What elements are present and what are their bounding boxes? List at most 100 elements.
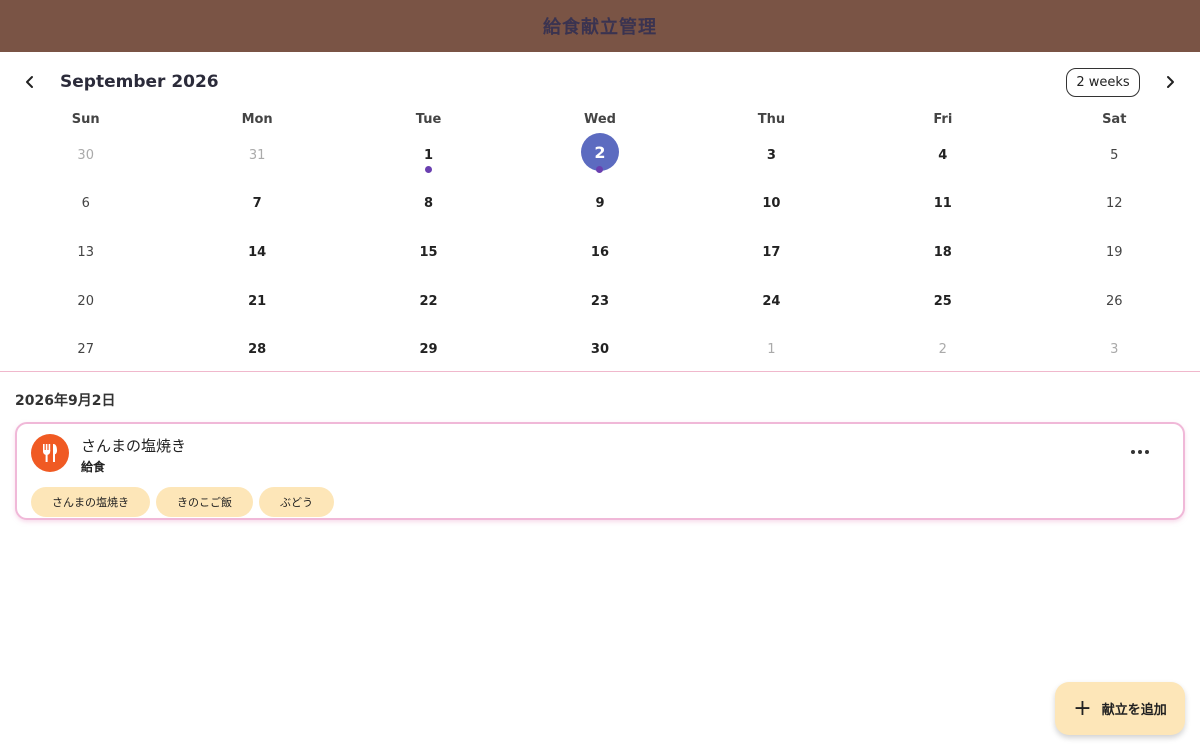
day-number: 9 — [595, 196, 605, 212]
calendar-day-cell[interactable]: 7 — [171, 177, 342, 226]
event-marker-dot — [596, 166, 604, 173]
calendar-day-cell[interactable]: 10 — [686, 177, 857, 226]
chevron-right-icon — [1167, 76, 1174, 88]
day-number: 28 — [248, 342, 267, 358]
calendar-day-cell[interactable]: 1 — [686, 323, 857, 372]
calendar-day-cell[interactable]: 11 — [857, 177, 1028, 226]
calendar-header: September 2026 2 weeks — [0, 52, 1200, 112]
app-bar: 給食献立管理 — [0, 0, 1200, 52]
day-number: 25 — [933, 293, 952, 309]
calendar-week-row: 20 21 22 23 24 25 26 — [0, 274, 1200, 323]
event-marker-dot — [425, 166, 433, 173]
calendar-day-cell[interactable]: 30 — [0, 128, 171, 177]
day-number: 12 — [1105, 196, 1123, 212]
month-title: September 2026 — [60, 72, 219, 92]
calendar-day-cell[interactable]: 15 — [343, 225, 514, 274]
plus-icon: + — [1073, 695, 1092, 721]
day-number: 22 — [419, 293, 438, 309]
more-options-button[interactable] — [1125, 440, 1155, 464]
calendar-day-cell[interactable]: 3 — [1029, 323, 1200, 372]
day-number: 26 — [1105, 293, 1123, 309]
day-number: 10 — [762, 196, 781, 212]
day-number: 27 — [77, 342, 94, 358]
day-number: 30 — [77, 147, 94, 163]
day-number: 30 — [590, 342, 610, 358]
chevron-left-icon — [26, 76, 33, 88]
day-number: 6 — [81, 196, 90, 212]
prev-month-button[interactable] — [15, 67, 45, 97]
day-number: 1 — [767, 342, 776, 358]
day-number: 3 — [1110, 342, 1119, 358]
calendar-day-cell[interactable]: 31 — [171, 128, 342, 177]
day-number: 14 — [248, 244, 267, 260]
app-title: 給食献立管理 — [543, 17, 657, 38]
day-number: 24 — [762, 293, 781, 309]
day-number: 3 — [766, 147, 776, 163]
meal-card[interactable]: さんまの塩焼き 給食 さんまの塩焼き きのこご飯 ぶどう — [15, 422, 1185, 520]
selected-date-heading: 2026年9月2日 — [15, 393, 116, 409]
calendar-day-cell[interactable]: 22 — [343, 274, 514, 323]
calendar-day-cell[interactable]: 16 — [514, 225, 685, 274]
day-number: 19 — [1105, 244, 1123, 260]
day-number: 11 — [933, 196, 952, 212]
day-number: 15 — [419, 244, 438, 260]
day-number: 2 — [938, 342, 947, 358]
day-number: 5 — [1110, 147, 1119, 163]
calendar-day-cell[interactable]: 18 — [857, 225, 1028, 274]
calendar-day-cell[interactable]: 19 — [1029, 225, 1200, 274]
add-menu-button[interactable]: + 献立を追加 — [1055, 682, 1185, 735]
calendar-day-cell[interactable]: 8 — [343, 177, 514, 226]
day-number: 8 — [424, 196, 434, 212]
calendar-day-cell[interactable]: 6 — [0, 177, 171, 226]
calendar-day-cell[interactable]: 4 — [857, 128, 1028, 177]
day-number: 13 — [77, 244, 94, 260]
calendar-day-cell[interactable]: 17 — [686, 225, 857, 274]
dish-chip: ぶどう — [259, 487, 334, 517]
calendar-day-cell[interactable]: 12 — [1029, 177, 1200, 226]
calendar-day-cell[interactable]: 2 — [857, 323, 1028, 372]
day-number: 31 — [248, 147, 266, 163]
calendar-day-cell[interactable]: 27 — [0, 323, 171, 372]
calendar-week-row: 27 28 29 30 1 2 3 — [0, 323, 1200, 372]
next-month-button[interactable] — [1155, 67, 1185, 97]
day-number: 4 — [938, 147, 948, 163]
calendar-week-row: 6 7 8 9 10 11 12 — [0, 177, 1200, 226]
calendar-day-cell[interactable]: 26 — [1029, 274, 1200, 323]
dish-chip: きのこご飯 — [156, 487, 253, 517]
day-number: 7 — [252, 196, 262, 212]
day-number: 18 — [933, 244, 952, 260]
calendar-day-cell[interactable]: 30 — [514, 323, 685, 372]
calendar-day-cell[interactable]: 29 — [343, 323, 514, 372]
day-number: 29 — [419, 342, 438, 358]
calendar-grid: 30 31 1 2 3 4 5 6 7 8 9 10 11 12 13 14 15 16 17 18 19 20 21 22 2… — [0, 128, 1200, 371]
day-number: 20 — [77, 293, 94, 309]
calendar-day-cell[interactable]: 1 — [343, 128, 514, 177]
calendar-day-cell[interactable]: 28 — [171, 323, 342, 372]
meal-title: さんまの塩焼き — [81, 437, 187, 455]
format-toggle-button[interactable]: 2 weeks — [1066, 68, 1140, 97]
calendar-day-cell[interactable]: 24 — [686, 274, 857, 323]
calendar-day-cell[interactable]: 13 — [0, 225, 171, 274]
fork-knife-icon — [31, 434, 69, 472]
calendar-week-row: 13 14 15 16 17 18 19 — [0, 225, 1200, 274]
calendar-day-cell[interactable]: 3 — [686, 128, 857, 177]
calendar-day-cell[interactable]: 20 — [0, 274, 171, 323]
calendar-day-cell[interactable]: 21 — [171, 274, 342, 323]
day-number: 16 — [590, 244, 610, 260]
meal-type-label: 給食 — [81, 460, 106, 474]
calendar-day-cell[interactable]: 23 — [514, 274, 685, 323]
calendar-day-cell[interactable]: 25 — [857, 274, 1028, 323]
calendar-day-cell[interactable]: 2 — [514, 128, 685, 177]
day-number: 23 — [590, 293, 610, 309]
add-menu-label: 献立を追加 — [1101, 703, 1167, 718]
divider — [0, 371, 1200, 372]
calendar-day-cell[interactable]: 9 — [514, 177, 685, 226]
calendar-day-cell[interactable]: 14 — [171, 225, 342, 274]
calendar-day-cell[interactable]: 5 — [1029, 128, 1200, 177]
day-number: 17 — [762, 244, 781, 260]
calendar-week-row: 30 31 1 2 3 4 5 — [0, 128, 1200, 177]
more-horizontal-icon — [1131, 450, 1135, 454]
dish-chip: さんまの塩焼き — [31, 487, 150, 517]
day-number: 21 — [248, 293, 267, 309]
dish-chips: さんまの塩焼き きのこご飯 ぶどう — [31, 487, 334, 517]
